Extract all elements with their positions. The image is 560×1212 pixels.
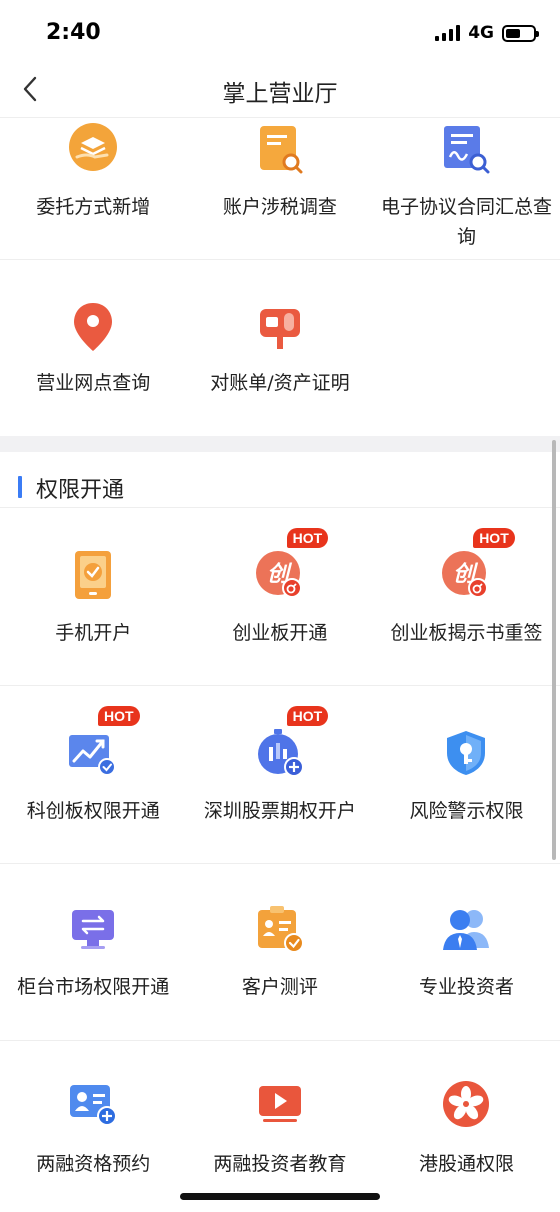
services-row-2: 营业网点查询 对账单/资产证明 xyxy=(0,260,560,436)
perm-label: 专业投资者 xyxy=(418,976,514,998)
service-delegation-method[interactable]: 委托方式新增 xyxy=(0,118,187,260)
page-title: 掌上营业厅 xyxy=(222,81,338,107)
perm-label: 创业板开通 xyxy=(232,622,328,644)
clipboard-check-icon xyxy=(253,902,307,956)
battery-icon xyxy=(502,24,539,42)
perm-label: 两融资格预约 xyxy=(36,1153,151,1175)
empty-cell xyxy=(373,260,560,436)
perm-hk-connect[interactable]: 港股通权限 xyxy=(373,1041,560,1212)
hot-badge: HOT xyxy=(286,528,329,548)
network-type: 4G xyxy=(468,23,494,43)
shield-key-icon xyxy=(439,726,493,780)
section-divider xyxy=(0,436,560,452)
monitor-exchange-icon xyxy=(66,902,120,956)
perm-margin-education[interactable]: 两融投资者教育 xyxy=(187,1041,374,1212)
section-accent-bar xyxy=(18,476,22,498)
service-tax-survey[interactable]: 账户涉税调查 xyxy=(187,118,374,260)
status-indicators: 4G xyxy=(435,22,539,44)
contract-search-icon xyxy=(439,122,493,176)
hand-stack-icon xyxy=(66,120,120,174)
id-card-add-icon xyxy=(66,1077,120,1131)
home-indicator[interactable] xyxy=(180,1193,380,1200)
chinext-icon: 创 xyxy=(253,548,307,602)
permissions-row-3: 柜台市场权限开通 客户测评 专业投资者 xyxy=(0,864,560,1041)
mailbox-icon xyxy=(253,300,307,354)
service-label: 账户涉税调查 xyxy=(222,196,337,218)
perm-label: 客户测评 xyxy=(241,976,318,998)
perm-star-market[interactable]: HOT 科创板权限开通 xyxy=(0,686,187,864)
hot-badge: HOT xyxy=(473,528,515,548)
service-label: 委托方式新增 xyxy=(36,196,151,218)
users-icon xyxy=(439,902,493,956)
service-label: 电子协议合同汇总查询 xyxy=(380,196,552,248)
perm-otc-market[interactable]: 柜台市场权限开通 xyxy=(0,864,187,1041)
service-label: 对账单/资产证明 xyxy=(210,372,350,394)
perm-mobile-account[interactable]: 手机开户 xyxy=(0,508,187,686)
scrollbar[interactable] xyxy=(552,440,556,860)
location-pin-icon xyxy=(66,300,120,354)
perm-margin-reservation[interactable]: 两融资格预约 xyxy=(0,1041,187,1212)
stopwatch-add-icon xyxy=(253,726,307,780)
hk-flower-icon xyxy=(439,1077,493,1131)
mobile-check-icon xyxy=(66,548,120,602)
permissions-row-2: HOT 科创板权限开通 HOT 深圳股票期权开户 风险警示权限 xyxy=(0,686,560,864)
perm-chinext-open[interactable]: HOT 创 创业板开通 xyxy=(187,508,374,686)
perm-sz-options[interactable]: HOT 深圳股票期权开户 xyxy=(187,686,374,864)
perm-label: 手机开户 xyxy=(55,622,132,644)
perm-label: 柜台市场权限开通 xyxy=(17,976,170,998)
section-title: 权限开通 xyxy=(36,478,125,503)
perm-label: 风险警示权限 xyxy=(409,800,524,822)
services-row-1: 委托方式新增 账户涉税调查 电子协议合同汇总查询 xyxy=(0,118,560,260)
signal-icon xyxy=(435,25,461,41)
perm-risk-warning[interactable]: 风险警示权限 xyxy=(373,686,560,864)
perm-label: 深圳股票期权开户 xyxy=(203,800,356,822)
service-label: 营业网点查询 xyxy=(36,372,151,394)
status-time: 2:40 xyxy=(46,20,101,45)
perm-label: 创业板揭示书重签 xyxy=(390,622,543,644)
permissions-row-4: 两融资格预约 两融投资者教育 港股通权限 xyxy=(0,1041,560,1212)
hot-badge: HOT xyxy=(286,706,329,726)
service-statement[interactable]: 对账单/资产证明 xyxy=(187,260,374,436)
video-play-icon xyxy=(253,1077,307,1131)
service-branch-query[interactable]: 营业网点查询 xyxy=(0,260,187,436)
status-bar: 2:40 4G xyxy=(0,0,560,60)
chinext-resign-icon: 创 xyxy=(439,548,493,602)
perm-professional-investor[interactable]: 专业投资者 xyxy=(373,864,560,1041)
perm-label: 港股通权限 xyxy=(418,1153,514,1175)
section-header: 权限开通 xyxy=(0,452,560,508)
document-search-icon xyxy=(253,122,307,176)
nav-bar: 掌上营业厅 xyxy=(0,60,560,118)
perm-label: 科创板权限开通 xyxy=(26,800,160,822)
perm-label: 两融投资者教育 xyxy=(213,1153,347,1175)
perm-chinext-resign[interactable]: HOT 创 创业板揭示书重签 xyxy=(373,508,560,686)
perm-customer-assessment[interactable]: 客户测评 xyxy=(187,864,374,1041)
trend-chart-icon xyxy=(66,726,120,780)
permissions-row-1: 手机开户 HOT 创 创业板开通 HOT 创 创业板揭示书重签 xyxy=(0,508,560,686)
service-contract-query[interactable]: 电子协议合同汇总查询 xyxy=(373,118,560,260)
hot-badge: HOT xyxy=(98,706,140,726)
